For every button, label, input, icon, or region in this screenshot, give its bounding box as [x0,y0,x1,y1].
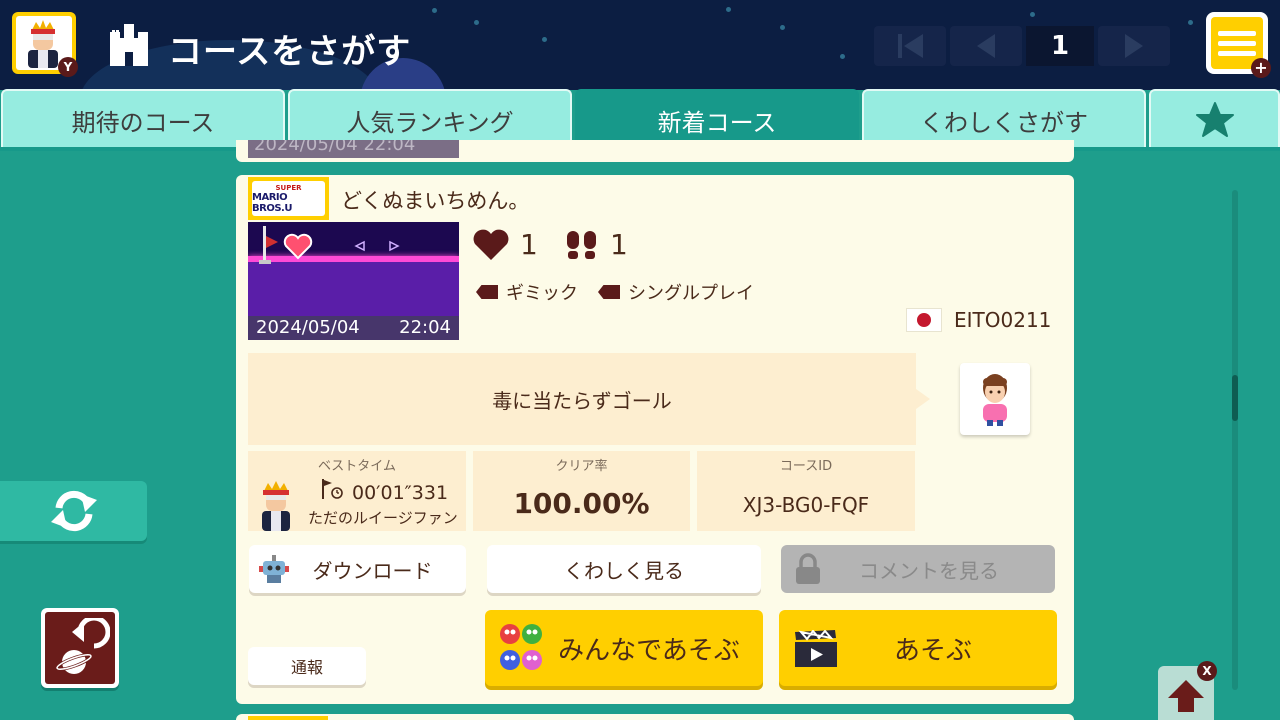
best-time-box: ベストタイム 00′01″331 ただのルイージファン [248,451,466,531]
four-players-icon [500,624,542,670]
mii-avatar-icon [983,374,1007,426]
tab-favorites[interactable] [1149,89,1280,149]
back-planet-icon [55,618,110,674]
best-time-player: ただのルイージファン [308,509,458,527]
flag-clock-icon [322,479,343,499]
course-title: どくぬまいちめん。 [341,189,530,213]
maker-info: EITO0211 [906,308,1051,332]
clear-rate-box: クリア率 100.00% [473,451,690,531]
course-id-label: コースID [779,459,833,474]
prev-page-button[interactable] [950,26,1022,66]
arrow-marks-icon [354,240,400,252]
download-button[interactable]: ダウンロード [249,545,466,593]
arrow-left-icon [977,34,995,58]
skip-first-icon [898,34,923,58]
next-page-button[interactable] [1098,26,1170,66]
star-decoration [840,54,845,59]
course-thumbnail[interactable]: 2024/05/04 22:04 [248,222,459,340]
star-decoration [1030,12,1035,17]
header: Y コースをさがす 1 + [0,0,1280,90]
arrow-up-icon [1168,680,1204,712]
tag-icon [598,285,620,299]
y-button-badge: Y [58,57,78,77]
download-label: ダウンロード [312,558,433,583]
x-button-badge: X [1197,661,1217,681]
view-details-button[interactable]: くわしく見る [487,545,761,593]
page-title: コースをさがす [168,32,412,72]
tag-icon [476,285,498,299]
clear-rate-value: 100.00% [513,487,650,520]
back-button[interactable] [41,608,119,688]
star-icon [1195,102,1234,137]
next-course-card[interactable] [236,714,1074,720]
course-id-box: コースID XJ3-BG0-FQF [697,451,915,531]
pager: 1 [874,26,1170,66]
plays-count: 1 [610,228,628,261]
tag-single-player: シングルプレイ [598,279,754,305]
star-decoration [1188,20,1193,25]
scrollbar-track[interactable] [1232,190,1238,690]
flag-heart-icon [259,226,313,264]
course-description: 毒に当たらずゴール [248,353,916,445]
star-decoration [542,37,547,42]
report-button[interactable]: 通報 [248,647,366,685]
speech-bubble-tail [916,389,930,409]
likes-stat: 1 [472,228,538,261]
tag-gimmick: ギミック [476,279,578,305]
plays-stat: 1 [564,228,628,261]
likes-count: 1 [520,228,538,261]
upload-date: 2024/05/04 22:04 [248,316,459,340]
refresh-button[interactable] [0,481,147,541]
star-decoration [726,7,731,12]
mii-king-icon [262,481,290,531]
previous-course-date: 2024/05/04 22:04 [248,140,459,158]
best-time-label: ベストタイム [317,459,396,474]
previous-course-card[interactable]: 2024/05/04 22:04 [236,140,1074,162]
view-comments-label: コメントを見る [859,558,999,583]
play-label: あそぶ [893,635,972,666]
arrow-right-icon [1125,34,1143,58]
play-button[interactable]: あそぶ [779,610,1057,686]
heart-icon [473,229,509,260]
star-decoration [780,25,785,30]
footprints-icon [567,230,596,259]
course-card: SUPER MARIO BROS.U どくぬまいちめん。 2024/05/04 … [236,175,1074,704]
page-number: 1 [1026,26,1094,66]
robot-icon [259,555,289,583]
clear-rate-label: クリア率 [555,459,608,474]
japan-flag-icon [906,308,942,332]
clapperboard-icon [795,630,837,667]
castle-icon [110,24,148,66]
game-style-badge: SUPER MARIO BROS.U [248,177,329,220]
maker-mii-button[interactable] [960,363,1030,435]
lock-icon [796,553,820,584]
play-together-button[interactable]: みんなであそぶ [485,610,763,686]
best-time-value: 00′01″331 [352,482,449,504]
maker-name: EITO0211 [954,308,1052,332]
refresh-icon [50,490,97,532]
play-together-label: みんなであそぶ [558,635,740,666]
star-decoration [432,8,437,13]
course-id-value: XJ3-BG0-FQF [742,493,870,517]
new-super-mario-bros-u-logo: SUPER MARIO BROS.U [252,181,325,216]
star-decoration [474,20,479,25]
plus-button-badge: + [1251,58,1271,78]
scrollbar-thumb[interactable] [1232,375,1238,421]
first-page-button[interactable] [874,26,946,66]
view-comments-button[interactable]: コメントを見る [781,545,1055,593]
